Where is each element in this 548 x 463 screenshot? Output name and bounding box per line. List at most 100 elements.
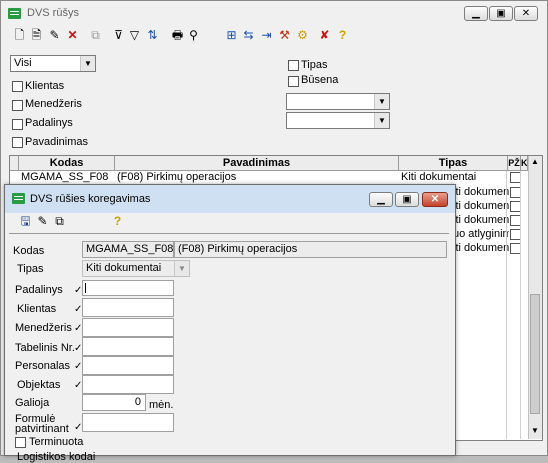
padalinys-field[interactable] [82,280,174,296]
personalas-label: Personalas [15,360,71,372]
dialog-close-button[interactable]: ✕ [422,192,448,207]
delete-icon[interactable]: ✕ [64,27,81,44]
undo-icon[interactable]: ✎ [34,213,51,230]
menedzeris-field[interactable] [82,318,174,337]
padalinys-checkbox[interactable] [12,119,23,130]
cell-pavadinimas: (F08) Pirkimų operacijos [117,171,237,183]
dialog-toolbar: 🖫 ✎ ⧉ ? [15,213,215,231]
column-header-tipas[interactable]: Tipas [399,156,508,171]
klientas-field[interactable] [82,298,174,317]
cell-tipas: Kiti dokumentai [401,171,477,183]
tipas-select[interactable]: Kiti dokumentai ▼ [82,260,190,277]
tipas-label: Tipas [301,59,328,71]
column-header-pz[interactable]: PŽ [508,156,521,171]
maximize-icon: ▣ [496,8,506,19]
tools-icon[interactable]: ⚒ [276,27,293,44]
dialog-titlebar[interactable]: DVS rūšies koregavimas ▁ ▣ ✕ [5,185,455,213]
duplicate-icon[interactable]: ⧉ [87,27,104,44]
cell-tipas: iti dokumentai [453,200,509,212]
table-vertical-scrollbar[interactable]: ▲ ▼ [528,156,542,439]
help-icon[interactable]: ? [334,27,351,44]
padalinys-label: Padalinys [15,284,63,296]
cell-kodas: MGAMA_SS_F08 [21,171,109,183]
pavadinimas-label: Pavadinimas [25,136,88,148]
pavadinimas-value: (F08) Pirkimų operacijos [178,243,298,255]
maximize-button[interactable]: ▣ [489,6,513,21]
print-icon[interactable]: 🖶 [169,27,186,44]
cancel-icon[interactable]: ✘ [316,27,333,44]
busena-filter-select[interactable]: ▼ [286,112,390,129]
main-titlebar[interactable]: DVS rūšys ▁ ▣ ✕ [1,1,547,27]
column-header-pavadinimas[interactable]: Pavadinimas [115,156,399,171]
dialog-app-icon [12,193,25,204]
tabelinis-nr-field[interactable] [82,337,174,356]
klientas-checkbox[interactable] [12,81,23,92]
formule-label-line2: patvirtinant [15,423,69,435]
dialog-maximize-button[interactable]: ▣ [395,192,419,207]
galioja-field[interactable]: 0 [82,394,146,411]
close-icon: ✕ [430,194,440,205]
toolbar-divider [9,233,449,234]
folder-icon[interactable]: ⚙ [294,27,311,44]
busena-label: Būsena [301,74,339,86]
new-doc-icon[interactable]: 🗋 [11,27,28,44]
app-icon [8,8,21,19]
chevron-down-icon: ▼ [374,113,389,128]
tipas-label: Tipas [17,263,44,275]
main-title: DVS rūšys [27,7,79,19]
busena-checkbox[interactable] [288,76,299,87]
row-indicator-header [10,156,19,171]
objektas-field[interactable] [82,375,174,394]
galioja-label: Galioja [15,397,50,409]
scroll-up-icon[interactable]: ▲ [531,157,539,166]
scroll-thumb[interactable] [530,294,540,414]
minimize-button[interactable]: ▁ [464,6,488,21]
menedzeris-checkbox[interactable] [12,100,23,111]
find-icon[interactable]: ⚲ [185,27,202,44]
chevron-down-icon: ▼ [374,94,389,109]
table-row[interactable]: MGAMA_SS_F08 (F08) Pirkimų operacijos Ki… [10,171,528,184]
kodas-field[interactable]: MGAMA_SS_F08 [82,241,174,258]
tree-icon[interactable]: ⊞ [223,27,240,44]
save-icon[interactable]: 🖫 [17,213,34,230]
link-icon[interactable]: ⇆ [240,27,257,44]
terminuota-label: Terminuota [29,436,84,448]
tipas-select-value: Kiti dokumentai [86,262,162,274]
edit-doc-icon[interactable]: 🗎 [28,27,45,44]
scope-select-value: Visi [14,57,32,69]
terminuota-checkbox[interactable] [15,437,26,448]
column-header-kodas[interactable]: Kodas [19,156,115,171]
close-icon: ✕ [521,8,531,19]
sort-icon[interactable]: ⇅ [144,27,161,44]
minimize-icon: ▁ [472,8,480,19]
close-button[interactable]: ✕ [514,6,538,21]
minimize-icon: ▁ [377,194,385,205]
pavadinimas-field[interactable]: (F08) Pirkimų operacijos [174,241,447,258]
pavadinimas-checkbox[interactable] [12,137,23,148]
column-header-k[interactable]: K [521,156,528,171]
formule-field[interactable] [82,413,174,432]
menedzeris-label: Menedžeris [15,322,72,334]
kodas-label: Kodas [13,245,45,257]
cell-tipas: iti dokumentai [453,186,509,198]
copy-icon[interactable]: ⧉ [51,213,68,230]
klientas-label: Klientas [17,303,57,315]
tipas-filter-select[interactable]: ▼ [286,93,390,110]
scroll-down-icon[interactable]: ▼ [531,426,539,435]
personalas-field[interactable] [82,356,174,375]
chevron-down-icon: ▼ [80,56,95,71]
klientas-label: Klientas [25,80,65,92]
tipas-checkbox[interactable] [288,60,299,71]
help-icon[interactable]: ? [109,213,126,230]
copy-edit-icon[interactable]: ✎ [46,27,63,44]
logistikos-label: Logistikos kodai [17,451,96,463]
maximize-icon: ▣ [402,194,412,205]
padalinys-label: Padalinys [25,117,73,129]
filter-icon[interactable]: ▽ [126,27,143,44]
menedzeris-label: Menedžeris [25,98,82,110]
filter-clear-icon[interactable]: ⊽ [110,27,127,44]
dialog-minimize-button[interactable]: ▁ [369,192,393,207]
export-icon[interactable]: ⇥ [258,27,275,44]
scope-select[interactable]: Visi ▼ [10,55,96,72]
objektas-label: Objektas [17,379,61,391]
